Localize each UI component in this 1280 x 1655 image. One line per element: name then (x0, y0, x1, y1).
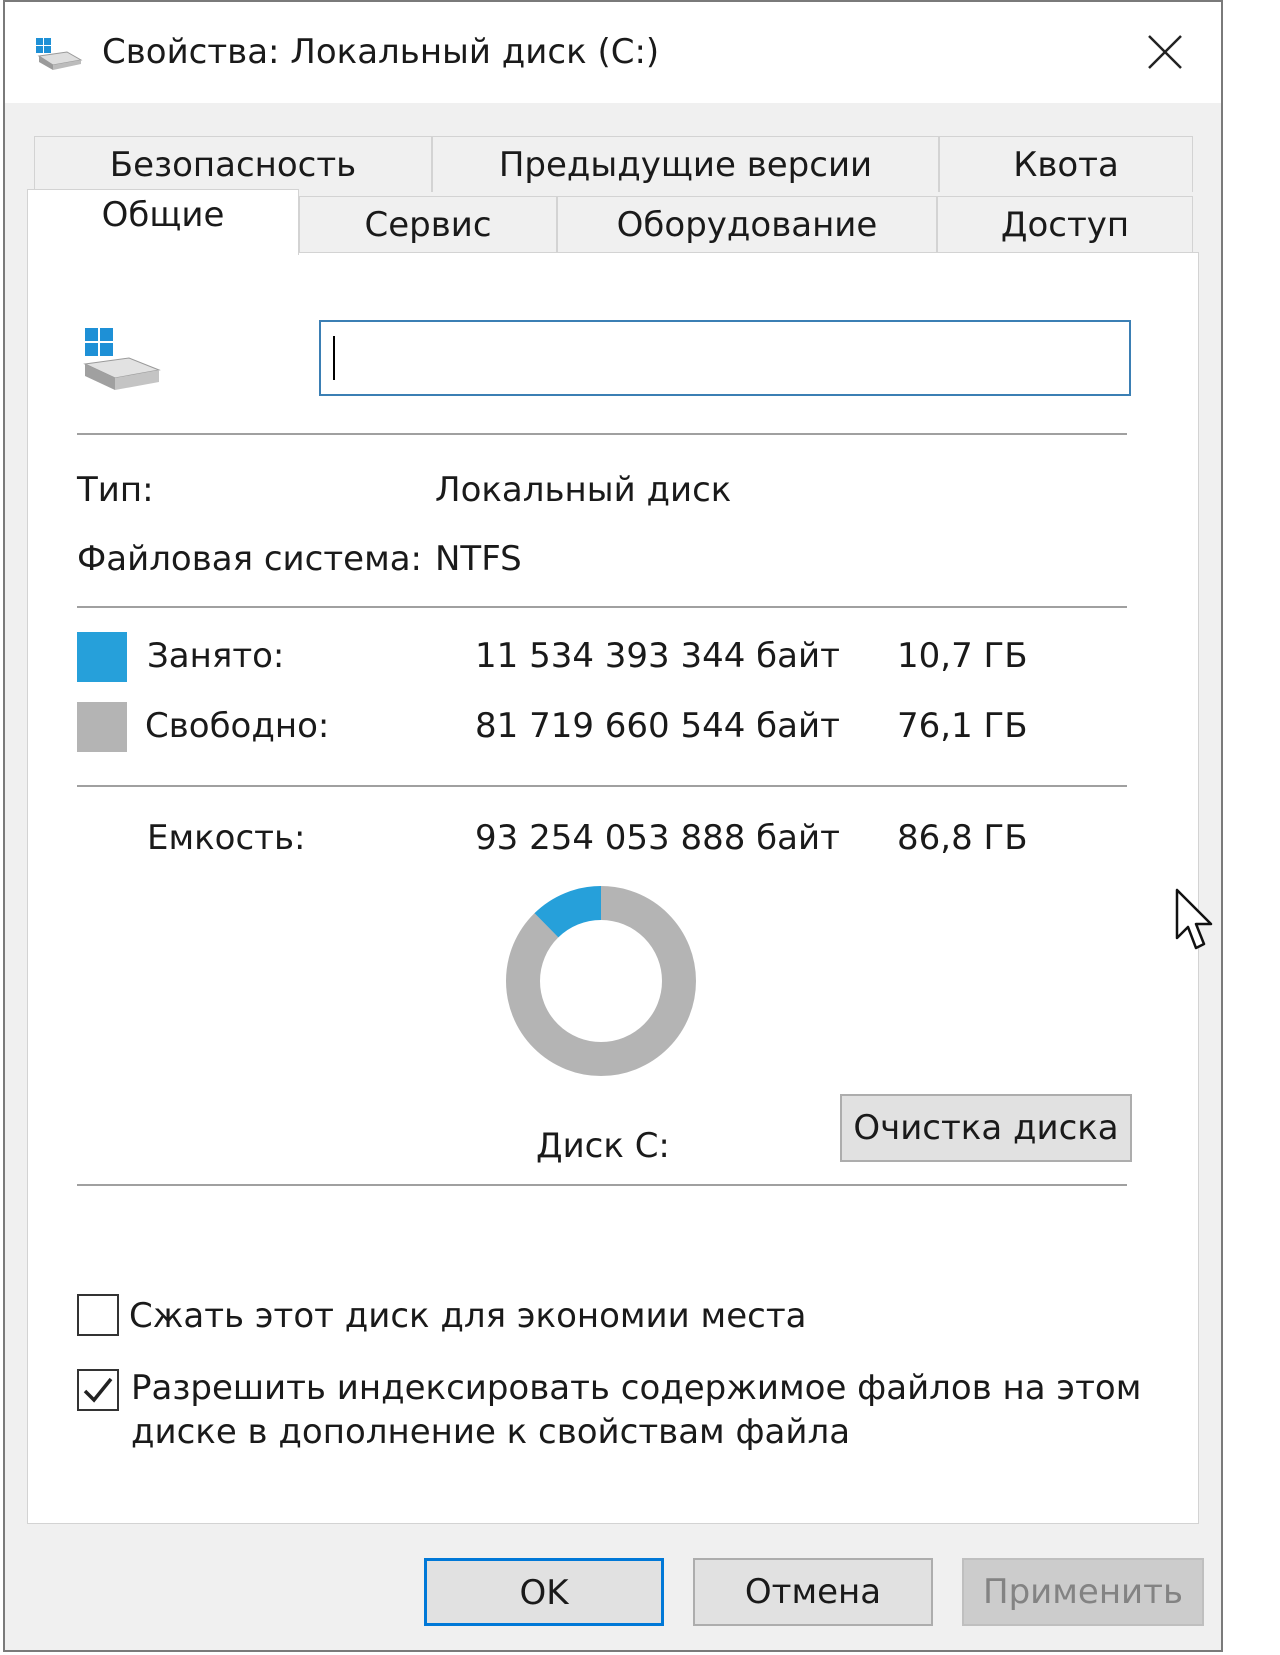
ok-label: OK (519, 1573, 569, 1613)
filesystem-label: Файловая система: (77, 539, 423, 579)
separator (77, 433, 1127, 435)
drive-name-input[interactable] (319, 320, 1131, 396)
separator (77, 1184, 1127, 1186)
disk-usage-donut-chart (506, 886, 696, 1076)
title-bar: Свойства: Локальный диск (C:) (5, 2, 1221, 103)
type-label: Тип: (77, 470, 154, 510)
checkmark-icon (83, 1377, 113, 1403)
tab-quota[interactable]: Квота (939, 136, 1193, 192)
apply-label: Применить (983, 1572, 1183, 1612)
tab-label: Доступ (1000, 205, 1130, 245)
used-space-label: Занято: (147, 636, 285, 676)
free-space-slice (506, 886, 696, 1076)
properties-window: Свойства: Локальный диск (C:) Безопаснос… (3, 0, 1223, 1652)
tab-label: Сервис (364, 205, 492, 245)
allow-indexing-label-line1: Разрешить индексировать содержимое файло… (131, 1368, 1142, 1408)
disk-cleanup-button[interactable]: Очистка диска (840, 1094, 1132, 1162)
capacity-size: 86,8 ГБ (897, 818, 1028, 858)
free-space-bytes: 81 719 660 544 байт (475, 706, 840, 746)
separator (77, 785, 1127, 787)
compress-drive-checkbox[interactable] (77, 1294, 119, 1336)
free-space-swatch (77, 702, 127, 752)
cancel-button[interactable]: Отмена (693, 1558, 933, 1626)
type-value: Локальный диск (435, 470, 732, 510)
compress-drive-label: Сжать этот диск для экономии места (129, 1296, 807, 1336)
tab-sharing[interactable]: Доступ (937, 196, 1193, 252)
used-space-size: 10,7 ГБ (897, 636, 1028, 676)
capacity-bytes: 93 254 053 888 байт (475, 818, 840, 858)
tab-tools[interactable]: Сервис (299, 196, 557, 252)
tab-previous-versions[interactable]: Предыдущие версии (432, 136, 939, 192)
tab-general[interactable]: Общие (27, 189, 299, 255)
allow-indexing-checkbox[interactable] (77, 1369, 119, 1411)
tab-security[interactable]: Безопасность (34, 136, 432, 192)
text-caret (333, 336, 335, 380)
tab-label: Безопасность (109, 145, 357, 185)
filesystem-value: NTFS (435, 539, 522, 579)
tab-label: Общие (101, 195, 225, 235)
tab-label: Предыдущие версии (498, 145, 873, 185)
close-button[interactable] (1139, 26, 1191, 78)
tab-label: Квота (1013, 145, 1119, 185)
free-space-size: 76,1 ГБ (897, 706, 1028, 746)
drive-caption: Диск C: (536, 1126, 670, 1166)
drive-icon (79, 324, 163, 404)
ok-button[interactable]: OK (424, 1558, 664, 1626)
cancel-label: Отмена (744, 1572, 882, 1612)
free-space-label: Свободно: (145, 706, 330, 746)
used-space-bytes: 11 534 393 344 байт (475, 636, 840, 676)
close-icon (1148, 35, 1182, 69)
mouse-cursor-icon (1175, 888, 1217, 958)
window-title: Свойства: Локальный диск (C:) (102, 32, 660, 72)
separator (77, 606, 1127, 608)
capacity-label: Емкость: (147, 818, 306, 858)
allow-indexing-label-line2: диске в дополнение к свойствам файла (131, 1412, 851, 1452)
used-space-swatch (77, 632, 127, 682)
drive-icon (33, 32, 83, 76)
tab-label: Оборудование (616, 205, 878, 245)
tab-hardware[interactable]: Оборудование (557, 196, 937, 252)
disk-cleanup-label: Очистка диска (853, 1108, 1119, 1148)
apply-button[interactable]: Применить (962, 1558, 1204, 1626)
